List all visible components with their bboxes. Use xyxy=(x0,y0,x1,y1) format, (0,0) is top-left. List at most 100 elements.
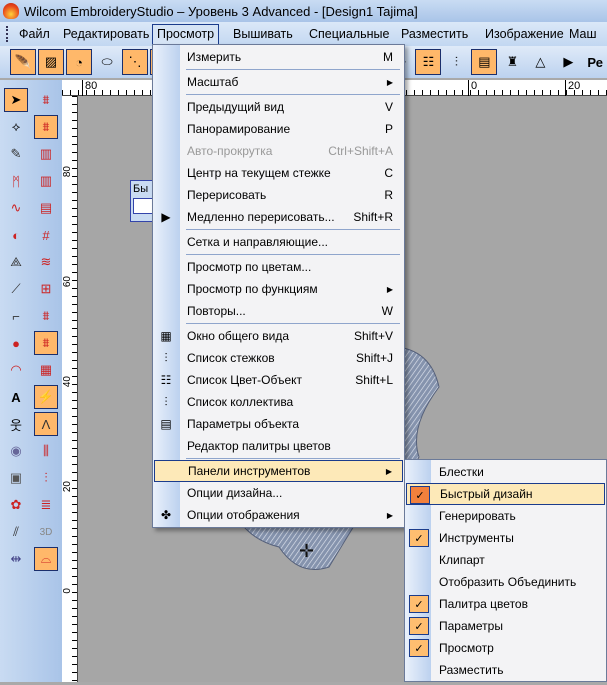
grip-handle[interactable] xyxy=(6,26,9,42)
stitch-type-15[interactable]: ⫶ xyxy=(34,466,58,490)
menu-item[interactable]: ⫶ Список коллектива xyxy=(154,391,403,413)
menu-item[interactable]: Сетка и направляющие... xyxy=(154,231,403,253)
outline-button[interactable]: ◔ xyxy=(66,49,92,75)
menu-item[interactable]: Опции дизайна... xyxy=(154,482,403,504)
menu-item[interactable]: ⫶ Список стежков Shift+J xyxy=(154,347,403,369)
submenu-item[interactable]: Разместить xyxy=(406,659,605,681)
submenu-item[interactable]: ✓ Палитра цветов xyxy=(406,593,605,615)
menu-item-label: Сетка и направляющие... xyxy=(187,235,328,249)
stamp-button[interactable]: ♜ xyxy=(499,49,525,75)
menu-item[interactable]: Авто-прокрутка Ctrl+Shift+A xyxy=(154,140,403,162)
team-tool[interactable]: 웃 xyxy=(4,412,28,436)
stitch-type-14[interactable]: ⫼ xyxy=(34,439,58,463)
submenu-item[interactable]: ✓ Инструменты xyxy=(406,527,605,549)
menu-item-label: Повторы... xyxy=(187,304,246,318)
stitch-tool[interactable]: ᛗ xyxy=(4,169,28,193)
node-button[interactable]: △ xyxy=(527,49,553,75)
menu-item-label: Масштаб xyxy=(187,75,239,89)
stitch-type-16[interactable]: ≣ xyxy=(34,493,58,517)
menu-item-shortcut: Shift+V xyxy=(353,329,393,343)
menu-item[interactable]: Панели инструментов ▶ xyxy=(154,460,403,482)
stitch-type-12[interactable]: ⚡ xyxy=(34,385,58,409)
stitch-type-2[interactable]: ⩩ xyxy=(34,115,58,139)
menu-item[interactable]: Центр на текущем стежке C xyxy=(154,162,403,184)
submenu-item[interactable]: ✓ Просмотр xyxy=(406,637,605,659)
menu-special[interactable]: Специальные xyxy=(304,24,395,44)
menu-item[interactable]: ▶ Медленно перерисовать... Shift+R xyxy=(154,206,403,228)
submenu-item[interactable]: Блестки xyxy=(406,461,605,483)
submenu-item-label: Клипарт xyxy=(439,553,485,567)
floating-tool-icon[interactable] xyxy=(133,198,153,214)
lasso-button[interactable]: ⬭ xyxy=(94,49,120,75)
node-tool[interactable]: ⟁ xyxy=(4,250,28,274)
submenu-item[interactable]: ✓ Быстрый дизайн xyxy=(406,483,605,505)
menu-item[interactable]: Просмотр по цветам... xyxy=(154,256,403,278)
view-menu-dropdown: Измерить M Масштаб ▶ Предыдущий вид V Панорами… xyxy=(152,44,405,528)
menu-item[interactable]: Измерить M xyxy=(154,46,403,68)
menu-item[interactable]: Панорамирование P xyxy=(154,118,403,140)
stitch-type-6[interactable]: # xyxy=(34,223,58,247)
fill-stitch-button[interactable]: 🪶 xyxy=(10,49,36,75)
menu-embroider[interactable]: Вышивать xyxy=(228,24,298,44)
team-list-icon: ⫶ xyxy=(164,394,168,409)
monogram-tool[interactable]: ◉ xyxy=(4,439,28,463)
reshape-tool[interactable]: ⟡ xyxy=(4,115,28,139)
menu-item[interactable]: Редактор палитры цветов xyxy=(154,435,403,457)
submenu-item-label: Отобразить Объединить xyxy=(439,575,577,589)
ruler-label: 80 xyxy=(82,80,97,96)
menu-item-shortcut: P xyxy=(384,122,393,136)
team-list-button[interactable]: ⫶ xyxy=(443,49,469,75)
menu-item[interactable]: Масштаб ▶ xyxy=(154,71,403,93)
polyline-tool[interactable]: ⌐ xyxy=(4,304,28,328)
submenu-item[interactable]: Генерировать xyxy=(406,505,605,527)
stitch-type-1[interactable]: ⩩ xyxy=(34,88,58,112)
menu-item[interactable]: Предыдущий вид V xyxy=(154,96,403,118)
stitch-type-8[interactable]: ⊞ xyxy=(34,277,58,301)
slow-redraw-icon: ▶ xyxy=(161,210,171,224)
stitch-type-5[interactable]: ▤ xyxy=(34,196,58,220)
menu-view[interactable]: Просмотр xyxy=(152,24,220,46)
sequin-tool[interactable]: ✿ xyxy=(4,493,28,517)
stitch-type-10[interactable]: ⩩ xyxy=(34,331,58,355)
run-tool[interactable]: ∿ xyxy=(4,196,28,220)
knife-tool[interactable]: ✎ xyxy=(4,142,28,166)
submenu-item[interactable]: Отобразить Объединить xyxy=(406,571,605,593)
text-tool[interactable]: A xyxy=(4,385,28,409)
submenu-item[interactable]: Клипарт xyxy=(406,549,605,571)
stitch-type-9[interactable]: ⩩ xyxy=(34,304,58,328)
menu-item[interactable]: Просмотр по функциям ▶ xyxy=(154,278,403,300)
menu-item[interactable]: ▤ Параметры объекта xyxy=(154,413,403,435)
menu-item-label: Панорамирование xyxy=(187,122,291,136)
menu-item[interactable]: ✤ Опции отображения ▶ xyxy=(154,504,403,526)
circle-tool[interactable]: ● xyxy=(4,331,28,355)
line-button[interactable]: ⋱ xyxy=(122,49,148,75)
stitch-type-4[interactable]: ▥ xyxy=(34,169,58,193)
menu-item[interactable]: ▦ Окно общего вида Shift+V xyxy=(154,325,403,347)
color-object-list-button[interactable]: ☷ xyxy=(415,49,442,75)
line-tool[interactable]: ⟋ xyxy=(4,277,28,301)
slow-redraw-button[interactable]: ▶ xyxy=(555,49,581,75)
menu-machine[interactable]: Маш xyxy=(564,24,602,44)
menu-item[interactable]: ☷ Список Цвет-Объект Shift+L xyxy=(154,369,403,391)
menu-item[interactable]: Повторы... W xyxy=(154,300,403,322)
stitch-3d[interactable]: 3D xyxy=(34,520,58,544)
hatch-tool[interactable]: ⫽ xyxy=(4,520,28,544)
stitch-type-3[interactable]: ▥ xyxy=(34,142,58,166)
menu-file[interactable]: Файл xyxy=(14,24,55,44)
submenu-item[interactable]: ✓ Параметры xyxy=(406,615,605,637)
stitch-type-11[interactable]: ▦ xyxy=(34,358,58,382)
object-properties-button[interactable]: ▤ xyxy=(471,49,498,75)
menu-edit[interactable]: Редактировать xyxy=(58,24,154,44)
stitch-type-18[interactable]: ⌓ xyxy=(34,547,58,571)
color-tool[interactable]: ◐ xyxy=(4,223,28,247)
stitch-type-13[interactable]: Λ xyxy=(34,412,58,436)
satin-button[interactable]: ▨ xyxy=(38,49,64,75)
stitch-type-7[interactable]: ≋ xyxy=(34,250,58,274)
arc-tool[interactable]: ◠ xyxy=(4,358,28,382)
menu-item[interactable]: Перерисовать R xyxy=(154,184,403,206)
mirror-tool[interactable]: ⇹ xyxy=(4,547,28,571)
menu-image[interactable]: Изображение xyxy=(480,24,569,44)
menu-arrange[interactable]: Разместить xyxy=(396,24,473,44)
applique-tool[interactable]: ▣ xyxy=(4,466,28,490)
select-tool[interactable]: ➤ xyxy=(4,88,28,112)
